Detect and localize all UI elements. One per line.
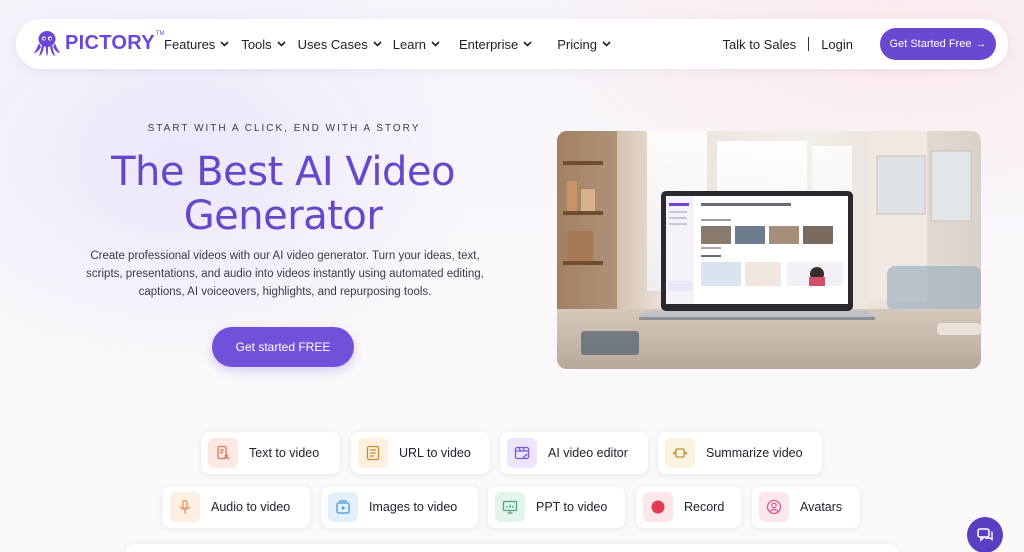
get-started-free-button[interactable]: Get Started Free →	[880, 28, 996, 60]
laptop-scene	[557, 131, 981, 369]
nav-item-enterprise[interactable]: Enterprise	[459, 37, 532, 52]
nav-item-label: Uses Cases	[297, 36, 368, 52]
feature-audio-to-video[interactable]: Audio to video	[163, 486, 310, 528]
chevron-down-icon	[373, 41, 382, 47]
arrow-right-icon: →	[975, 38, 987, 50]
talk-to-sales-link[interactable]: Talk to Sales	[722, 37, 796, 52]
feature-summarize-video[interactable]: Summarize video	[658, 432, 822, 474]
nav-item-pricing[interactable]: Pricing	[557, 37, 611, 52]
ppt-to-video-icon	[495, 492, 525, 522]
get-started-hero-button[interactable]: Get started FREE	[212, 327, 354, 367]
feature-ai-video-editor[interactable]: AI video editor	[500, 432, 648, 474]
nav-item-label: Tools	[241, 36, 272, 52]
login-link[interactable]: Login	[821, 37, 853, 52]
chevron-down-icon	[277, 41, 286, 47]
feature-ppt-to-video[interactable]: PPT to video	[488, 486, 625, 528]
nav-item-features[interactable]: Features	[164, 37, 229, 52]
nav-item-label: Learn	[392, 36, 426, 52]
feature-images-to-video[interactable]: Images to video	[321, 486, 478, 528]
chevron-down-icon	[523, 41, 532, 47]
get-started-hero-label: Get started FREE	[235, 340, 331, 354]
bottom-panel	[126, 544, 898, 552]
feature-label: Record	[684, 500, 725, 514]
feature-avatars[interactable]: Avatars	[752, 486, 860, 528]
hero-description: Create professional videos with our AI v…	[86, 250, 484, 298]
feature-record[interactable]: Record	[636, 486, 741, 528]
feature-text-to-video[interactable]: Text to video	[201, 432, 340, 474]
get-started-free-label: Get Started Free	[889, 38, 972, 50]
chevron-down-icon	[602, 41, 611, 47]
nav-item-tools[interactable]: Tools	[241, 36, 286, 52]
microphone-icon	[170, 492, 200, 522]
feature-label: Summarize video	[706, 446, 803, 460]
feature-url-to-video[interactable]: URL to video	[351, 432, 490, 474]
nav-divider	[808, 37, 810, 51]
chevron-down-icon	[431, 41, 440, 47]
hero-title: The Best AI Video Generator	[111, 149, 455, 239]
feature-label: Avatars	[800, 500, 843, 514]
text-to-video-icon	[208, 438, 238, 468]
avatar-icon	[759, 492, 789, 522]
record-icon	[643, 492, 673, 522]
chat-icon	[977, 528, 993, 542]
feature-label: Text to video	[249, 446, 320, 460]
nav-item-learn[interactable]: Learn	[393, 37, 440, 52]
chat-widget-button[interactable]	[967, 517, 1003, 552]
summarize-video-icon	[665, 438, 695, 468]
url-to-video-icon	[358, 438, 388, 468]
nav-item-label: Features	[164, 36, 216, 52]
images-to-video-icon	[328, 492, 358, 522]
feature-label: PPT to video	[536, 500, 608, 514]
top-navbar: PICTORY TM Features Tools Uses Cases Lea…	[16, 19, 1008, 69]
nav-item-label: Pricing	[557, 36, 597, 52]
nav-menu: Features Tools Uses Cases Learn Enterpri…	[164, 19, 611, 69]
pictory-logo[interactable]: PICTORY TM	[33, 29, 165, 57]
hero-laptop-image	[557, 131, 981, 369]
feature-label: AI video editor	[548, 446, 628, 460]
feature-label: Images to video	[369, 500, 458, 514]
octopus-logo-icon	[34, 31, 60, 56]
feature-label: URL to video	[399, 446, 471, 460]
nav-item-use-cases[interactable]: Uses Cases	[298, 37, 382, 52]
brand-name: PICTORY	[65, 31, 155, 54]
ai-video-editor-icon	[507, 438, 537, 468]
chevron-down-icon	[220, 41, 229, 47]
nav-actions: Talk to Sales Login Get Started Free →	[722, 19, 996, 69]
feature-label: Audio to video	[211, 500, 291, 514]
nav-item-label: Enterprise	[459, 36, 519, 52]
hero-eyebrow: START WITH A CLICK, END WITH A STORY	[147, 123, 421, 134]
